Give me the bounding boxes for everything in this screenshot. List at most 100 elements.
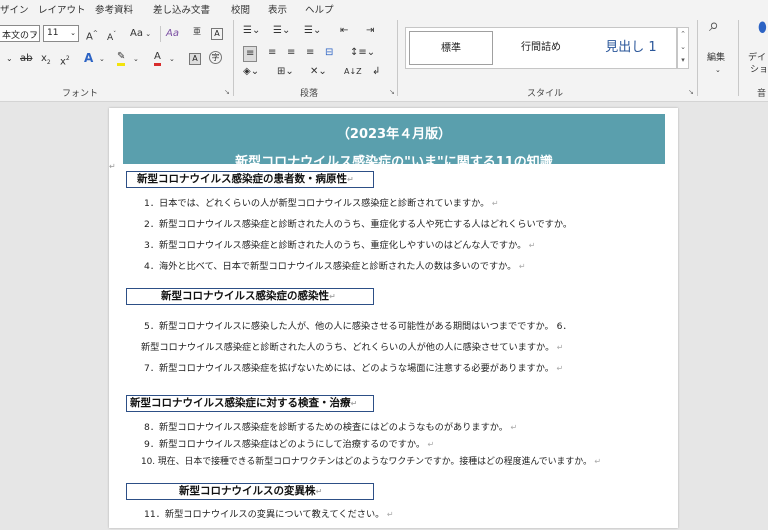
asian-layout-icon[interactable]: ✕⌄ (310, 65, 327, 79)
question-item: 10. 現在、日本で接種できる新型コロナワクチンはどのようなワクチンですか。接種… (141, 454, 601, 467)
borders-icon[interactable]: ⊞⌄ (277, 65, 294, 79)
numbering-icon[interactable]: ☰⌄ (273, 24, 290, 38)
shading-icon[interactable]: ◈⌄ (243, 65, 259, 79)
banner-subtitle: 新型コロナウイルス感染症の"いま"に関する11の知識 (235, 155, 553, 164)
enclose-characters-icon[interactable]: 字 (209, 51, 222, 64)
section-heading: 新型コロナウイルス感染症の感染性↵ (126, 288, 374, 305)
sort-label: A↓Z (344, 67, 362, 76)
style-gallery-scroll[interactable]: ⌃ ⌄ ▾ (677, 27, 689, 69)
shrink-font-button[interactable]: Aˇ (107, 28, 116, 45)
grow-font-button[interactable]: A^ (86, 27, 98, 44)
font-group-label: フォント (62, 89, 99, 99)
character-shading-icon[interactable]: A (189, 53, 201, 65)
caret-up-icon: ^ (92, 30, 98, 37)
section-heading-text: 新型コロナウイルス感染症の感染性 (161, 290, 329, 302)
dictate-label-2[interactable]: ショ (750, 63, 768, 77)
tab-references[interactable]: 参考資料 (95, 2, 133, 16)
clear-format-button[interactable]: Aa (166, 27, 179, 41)
tab-design[interactable]: ザイン (0, 2, 29, 16)
question-item: 9．新型コロナウイルス感染症はどのようにして治療するのですか。 ↵ (144, 436, 434, 450)
ribbon-tab-bar: ザイン レイアウト 参考資料 差し込み文書 校閲 表示 ヘルプ (0, 0, 768, 16)
paragraph-mark: ↵ (315, 487, 323, 496)
chevron-down-icon: ⌄ (142, 30, 152, 38)
search-icon[interactable]: ⌕ (709, 17, 719, 35)
dialog-launcher-icon[interactable]: ↘ (688, 88, 694, 96)
chevron-down-icon[interactable]: ⌄ (169, 52, 175, 66)
tab-layout[interactable]: レイアウト (38, 2, 86, 16)
style-normal[interactable]: 標準 (409, 31, 493, 65)
line-spacing-icon[interactable]: ↕≡⌄ (350, 46, 375, 60)
change-case-label: Aa (130, 28, 143, 39)
distributed-icon[interactable]: ⊟ (325, 46, 333, 60)
font-size-box[interactable]: 11 ⌄ (43, 25, 79, 42)
question-item: 8．新型コロナウイルス感染症を診断するための検査にはどのようなものがありますか。… (144, 419, 517, 433)
paragraph-mark: ↵ (425, 440, 435, 449)
chevron-down-icon: ⌄ (32, 29, 38, 37)
chevron-up-icon[interactable]: ⌃ (678, 28, 688, 41)
section-heading-text: 新型コロナウイルス感染症に対する検査・治療 (130, 397, 351, 409)
question-text: 4．海外と比べて、日本で新型コロナウイルス感染症と診断された人の数は多いのですか… (144, 261, 517, 272)
chevron-down-icon[interactable]: ⌄ (133, 52, 139, 66)
font-size-value: 11 (47, 28, 59, 38)
font-color-button[interactable]: A (154, 51, 161, 66)
font-name-box[interactable]: 本文のフ ⌄ (0, 25, 40, 42)
tab-review[interactable]: 校閲 (231, 2, 250, 16)
align-right-icon[interactable]: ≡ (287, 46, 295, 60)
subscript-two-icon: 2 (46, 59, 51, 66)
subscript-button[interactable]: x2 (41, 52, 51, 70)
decrease-indent-icon[interactable]: ⇤ (340, 24, 348, 38)
question-item: 1．日本では、どれくらいの人が新型コロナウイルス感染症と診断されていますか。 ↵ (144, 195, 499, 209)
font-color-label: A (154, 51, 161, 62)
show-marks-icon[interactable]: ↲ (372, 65, 380, 79)
highlight-color-button[interactable]: ✎ (117, 51, 126, 66)
align-left-icon[interactable]: ≡ (243, 46, 258, 62)
styles-group-label: スタイル (527, 89, 564, 99)
text-effects-button[interactable]: A (84, 51, 93, 65)
question-text: 2．新型コロナウイルス感染症と診断された人のうち、重症化する人や死亡する人はどれ… (144, 219, 573, 230)
sort-icon[interactable]: A↓Z (344, 65, 362, 79)
question-text: 10. 現在、日本で接種できる新型コロナワクチンはどのようなワクチンですか。接種… (141, 457, 592, 467)
document-page[interactable]: （2023年４月版） 新型コロナウイルス感染症の"いま"に関する11の知識 ↵ … (109, 108, 678, 528)
question-item: 4．海外と比べて、日本で新型コロナウイルス感染症と診断された人の数は多いのですか… (144, 258, 526, 272)
dialog-launcher-icon[interactable]: ↘ (224, 88, 230, 96)
dialog-launcher-icon[interactable]: ↘ (389, 88, 395, 96)
question-text: 1．日本では、どれくらいの人が新型コロナウイルス感染症と診断されていますか。 (144, 198, 490, 209)
question-text: 9．新型コロナウイルス感染症はどのようにして治療するのですか。 (144, 439, 426, 450)
character-border-icon[interactable]: A (211, 28, 223, 40)
strikethrough-button[interactable]: ab (20, 52, 32, 66)
paragraph-mark: ↵ (591, 457, 602, 466)
question-item: 新型コロナウイルス感染症と診断された人のうち、どれくらいの人が他の人に感染させて… (141, 339, 564, 353)
style-no-spacing[interactable]: 行間詰め (499, 31, 583, 65)
tab-help[interactable]: ヘルプ (305, 2, 334, 16)
style-gallery: 標準 行間詰め 見出し 1 (405, 27, 677, 69)
align-center-icon[interactable]: ≡ (268, 46, 276, 60)
divider (160, 26, 161, 42)
increase-indent-icon[interactable]: ⇥ (366, 24, 374, 38)
chevron-down-icon[interactable]: ⌄ (678, 41, 688, 54)
phonetic-guide-icon[interactable]: 亜 (193, 25, 201, 39)
style-heading-1[interactable]: 見出し 1 (589, 31, 673, 65)
paragraph-mark: ↵ (553, 364, 564, 373)
question-text: 3．新型コロナウイルス感染症と診断された人のうち、重症化しやすいのはどんな人です… (144, 240, 527, 251)
chevron-down-icon[interactable]: ⌄ (6, 52, 13, 66)
multilevel-list-icon[interactable]: ☰⌄ (304, 24, 321, 38)
question-text: 11．新型コロナウイルスの変異について教えてください。 (144, 509, 385, 520)
change-case-button[interactable]: Aa ⌄ (130, 27, 151, 41)
microphone-icon[interactable]: ⬮ (758, 21, 767, 35)
justify-icon[interactable]: ≡ (306, 46, 314, 60)
paragraph-mark: ↵ (489, 199, 499, 208)
question-item: 2．新型コロナウイルス感染症と診断された人のうち、重症化する人や死亡する人はどれ… (144, 216, 572, 230)
bullets-icon[interactable]: ☰⌄ (243, 24, 260, 38)
tab-mailings[interactable]: 差し込み文書 (153, 2, 210, 16)
tab-view[interactable]: 表示 (268, 2, 287, 16)
chevron-down-icon[interactable]: ⌄ (99, 52, 105, 66)
section-heading: 新型コロナウイルス感染症の患者数・病原性↵ (126, 171, 374, 188)
more-styles-icon[interactable]: ▾ (678, 54, 688, 67)
superscript-button[interactable]: x2 (60, 52, 70, 69)
paragraph-group-label: 段落 (300, 89, 319, 99)
question-text: 新型コロナウイルス感染症と診断された人のうち、どれくらいの人が他の人に感染させて… (141, 342, 555, 353)
banner-title: （2023年４月版） (336, 127, 452, 142)
question-item: 3．新型コロナウイルス感染症と診断された人のうち、重症化しやすいのはどんな人です… (144, 237, 536, 251)
paragraph-mark: ↵ (109, 162, 116, 171)
chevron-down-icon[interactable]: ⌄ (715, 63, 721, 77)
